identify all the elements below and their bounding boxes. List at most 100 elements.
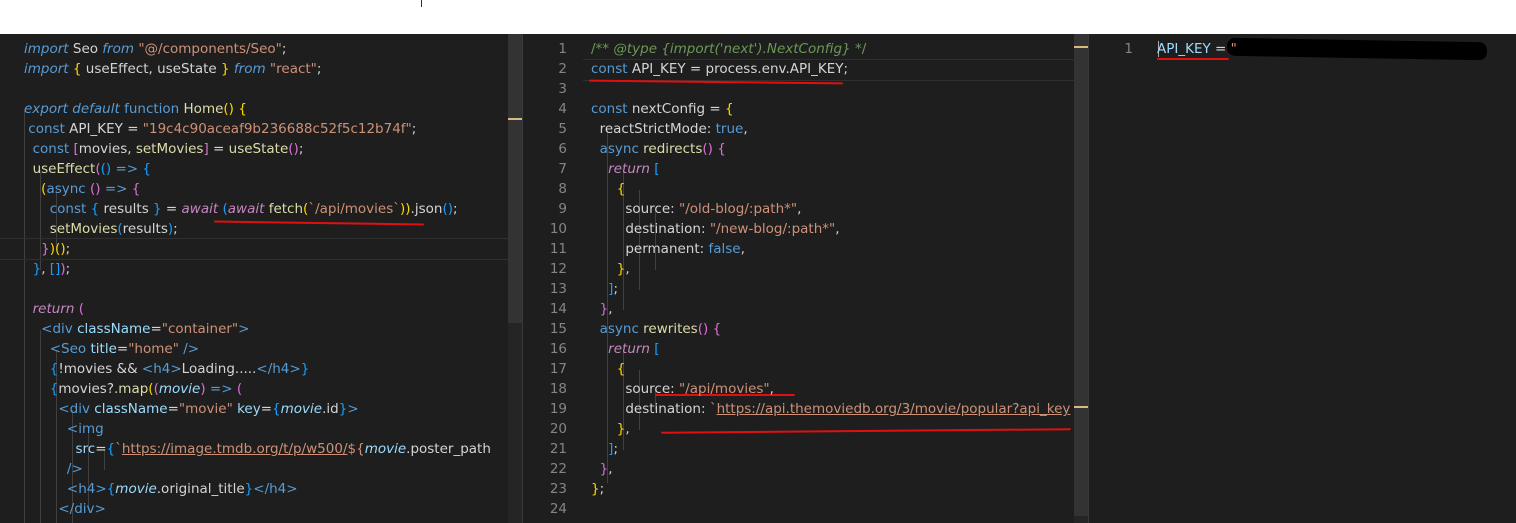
code-token: .json	[410, 201, 443, 217]
code-line[interactable]: <div className="movie" key={movie.id}>	[24, 399, 359, 419]
code-token: =	[208, 141, 229, 157]
code-token: true	[715, 121, 744, 137]
code-line[interactable]: return [	[591, 339, 659, 359]
code-line[interactable]: <Seo title="home" />	[24, 339, 199, 359]
code-line[interactable]: {movies?.map((movie) => (	[24, 379, 242, 399]
code-line[interactable]: <img	[24, 419, 104, 439]
code-token: =	[95, 441, 107, 457]
code-line[interactable]: const [movies, setMovies] = useState();	[24, 139, 304, 159]
annotation-underline	[660, 428, 1072, 434]
code-token: "/old-blog/:path*"	[679, 201, 798, 217]
code-line[interactable]: },	[591, 459, 613, 479]
code-line[interactable]: const nextConfig = {	[591, 99, 734, 119]
code-line[interactable]: destination: "/new-blog/:path*",	[591, 219, 839, 239]
code-line[interactable]: })();	[24, 239, 70, 259]
code-token: from	[233, 61, 266, 77]
code-token: ,	[41, 261, 50, 277]
scrollbar[interactable]	[1074, 34, 1088, 523]
code-token: ,	[797, 201, 802, 217]
scrollbar[interactable]	[508, 34, 522, 523]
code-line[interactable]: ];	[591, 439, 618, 459]
code-token: setMovies	[49, 221, 118, 237]
code-token: {	[106, 441, 116, 457]
code-line[interactable]: permanent: false,	[591, 239, 745, 259]
code-token: movie	[115, 481, 157, 497]
code-line[interactable]: async rewrites() {	[591, 319, 722, 339]
code-token: export	[24, 101, 68, 117]
scrollbar-thumb[interactable]	[508, 34, 522, 323]
code-line[interactable]: destination: `https://api.themoviedb.org…	[591, 399, 1070, 419]
code-token: ,	[740, 241, 745, 257]
code-line[interactable]: source: "/api/movies",	[591, 379, 774, 399]
code-line[interactable]: <div className="container">	[24, 319, 249, 339]
code-token: ;	[453, 201, 458, 217]
code-line[interactable]: import Seo from "@/components/Seo";	[24, 39, 286, 59]
editor-pane-next-config-js[interactable]: 1 /** @type {import('next').NextConfig} *…	[523, 34, 1088, 523]
code-line[interactable]: import { useEffect, useState } from "rea…	[24, 59, 321, 79]
code-line[interactable]: <h4>{movie.original_title}</h4>	[24, 479, 298, 499]
code-line[interactable]: {	[591, 179, 626, 199]
code-line[interactable]: },	[591, 259, 630, 279]
code-line[interactable]: {!movies && <h4>Loading.....</h4>}	[24, 359, 310, 379]
code-line[interactable]: src={`https://image.tmdb.org/t/p/w500/${…	[24, 439, 491, 459]
code-token: .id	[322, 401, 339, 417]
code-line[interactable]: </div>	[24, 499, 105, 519]
code-line[interactable]: return (	[24, 299, 84, 319]
code-line[interactable]: setMovies(results);	[24, 219, 178, 239]
code-token: useEffect, useState	[81, 61, 222, 77]
code-token: className	[77, 321, 151, 337]
code-line[interactable]: }, []);	[24, 259, 71, 279]
code-line[interactable]: /** @type {import('next').NextConfig} */	[591, 39, 866, 59]
code-token: const	[591, 61, 628, 77]
code-token: ;	[65, 241, 71, 257]
code-token: useEffect	[32, 161, 96, 177]
redaction-scribble	[1226, 37, 1488, 61]
code-token: <div	[41, 321, 73, 337]
code-line[interactable]: async redirects() {	[591, 139, 726, 159]
editor-pane-env-file[interactable]: 1 API_KEY = "	[1089, 34, 1516, 523]
code-line[interactable]: {	[591, 359, 626, 379]
code-token: </h4>	[256, 361, 301, 377]
code-token: await	[181, 201, 219, 217]
code-token: movie	[280, 401, 323, 417]
code-line[interactable]: source: "/old-blog/:path*",	[591, 199, 801, 219]
code-line[interactable]: };	[591, 479, 604, 499]
code-token: >	[347, 401, 359, 417]
editor-pane-index-js[interactable]: import Seo from "@/components/Seo"; impor…	[0, 34, 522, 523]
code-line[interactable]: const API_KEY = "19c4c90aceaf9b236688c52…	[24, 119, 416, 139]
line-number: 1	[1124, 41, 1133, 57]
code-line[interactable]: export default function Home() {	[24, 99, 247, 119]
code-line[interactable]: API_KEY = "	[1157, 39, 1237, 59]
code-token: ;	[599, 481, 605, 497]
code-line[interactable]: ];	[591, 279, 618, 299]
code-line[interactable]: (async () => {	[24, 179, 140, 199]
code-token: ,	[608, 461, 613, 477]
code-token: @type	[613, 41, 658, 57]
code-token: <img	[66, 421, 104, 437]
code-line[interactable]: useEffect(() => {	[24, 159, 151, 179]
code-line[interactable]: const API_KEY = process.env.API_KEY;	[591, 59, 848, 79]
code-line[interactable]: reactStrictMode: true,	[591, 119, 748, 139]
code-line[interactable]: return [	[591, 159, 659, 179]
code-token: "/api/movies"	[679, 381, 770, 397]
code-line[interactable]: const { results } = await (await fetch(`…	[24, 199, 458, 219]
code-token: {import('next').NextConfig}	[661, 41, 851, 57]
code-token: }	[32, 261, 42, 277]
text-cursor-mark	[421, 0, 422, 7]
code-token: }	[599, 461, 609, 477]
code-token: ;	[65, 261, 71, 277]
code-line[interactable]: />	[24, 459, 83, 479]
code-line[interactable]: },	[591, 419, 630, 439]
code-token: `	[709, 401, 717, 417]
code-token: ,	[608, 301, 613, 317]
scrollbar-thumb[interactable]	[1074, 34, 1088, 516]
code-line[interactable]: },	[591, 299, 613, 319]
